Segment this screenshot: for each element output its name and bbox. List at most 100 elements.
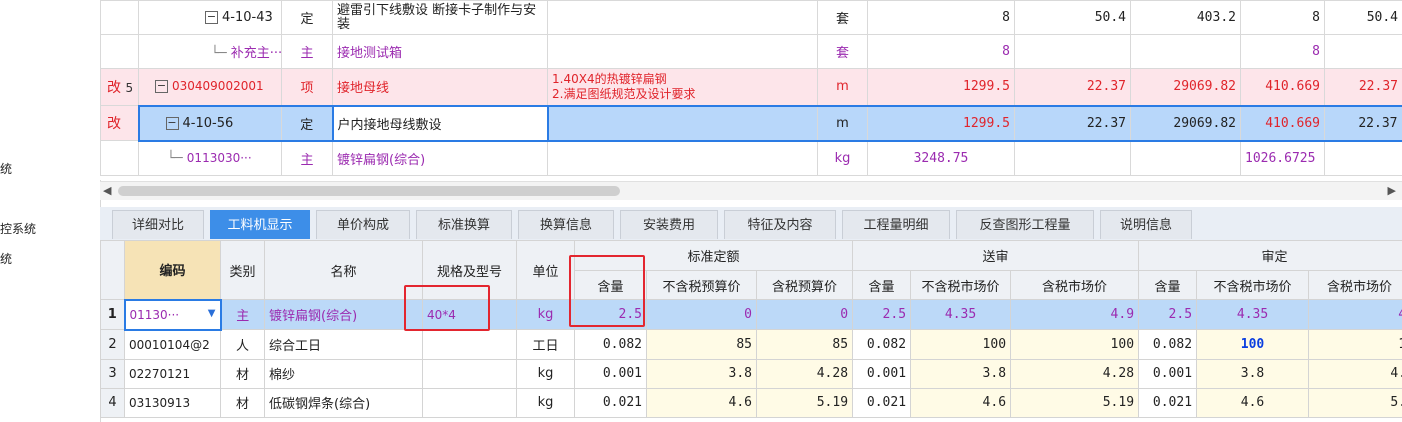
name-cell[interactable]: 低碳钢焊条(综合)	[264, 387, 423, 418]
feature-cell[interactable]	[547, 34, 818, 69]
code-cell[interactable]: 00010104@2	[124, 329, 221, 360]
name-cell[interactable]: 接地母线	[332, 68, 548, 106]
feature-cell[interactable]	[547, 104, 818, 142]
content-cell[interactable]: 2.5	[1138, 299, 1198, 330]
table-row[interactable]: 改 5 −030409002001 项 接地母线 1.40X4的热镀锌扁钢 2.满…	[100, 68, 1402, 106]
header-market-price-excl-tax[interactable]: 不含税市场价	[910, 270, 1012, 300]
spec-cell[interactable]	[422, 329, 517, 360]
header-market-price-incl-tax[interactable]: 含税市场价	[1010, 270, 1140, 300]
table-row[interactable]: −4-10-43 定 避雷引下线敷设 断接卡子制作与安装 套 8 50.4 40…	[100, 0, 1402, 35]
quantity-cell[interactable]: 3248.75	[867, 140, 1015, 176]
resource-row-selected[interactable]: 1 01130··· ▼ 主 镀锌扁钢(综合) 40*4 kg 2.5 0 0 2…	[100, 298, 1402, 331]
tab-graphic-quantity[interactable]: 反查图形工程量	[956, 210, 1094, 239]
value-cell[interactable]: 5.	[1308, 387, 1402, 418]
dropdown-arrow-icon[interactable]: ▼	[208, 308, 216, 319]
header-content[interactable]: 含量	[852, 270, 912, 300]
header-market-price-excl-tax[interactable]: 不含税市场价	[1196, 270, 1310, 300]
resource-row[interactable]: 3 02270121 材 棉纱 kg 0.001 3.8 4.28 0.001 …	[100, 358, 1402, 389]
feature-cell[interactable]: 1.40X4的热镀锌扁钢 2.满足图纸规范及设计要求	[547, 68, 818, 106]
left-nav-item[interactable]: 统	[0, 250, 12, 267]
quantity-cell[interactable]: 1299.5	[867, 104, 1015, 142]
header-content[interactable]: 含量	[1138, 270, 1198, 300]
scroll-left-icon[interactable]: ◀	[103, 184, 111, 197]
content-cell[interactable]: 0.082	[852, 329, 912, 360]
collapse-icon[interactable]: −	[155, 80, 168, 94]
value-cell[interactable]: 4.	[1308, 358, 1402, 389]
tab-standard-conversion[interactable]: 标准换算	[416, 210, 512, 239]
content-cell[interactable]: 0.001	[1138, 358, 1198, 389]
content-cell[interactable]: 0.021	[852, 387, 912, 418]
code-cell[interactable]: −4-10-43	[138, 0, 282, 35]
header-unit[interactable]: 单位	[516, 240, 575, 300]
spec-cell[interactable]	[422, 358, 517, 389]
code-cell[interactable]: −4-10-56	[137, 104, 282, 142]
name-cell[interactable]: 镀锌扁钢(综合)	[332, 140, 548, 176]
code-cell[interactable]: −030409002001	[138, 68, 282, 106]
feature-cell[interactable]	[547, 0, 818, 35]
content-cell[interactable]: 0.001	[852, 358, 912, 389]
name-cell[interactable]: 综合工日	[264, 329, 423, 360]
code-cell[interactable]: └─ 0113030···	[138, 140, 282, 176]
name-cell[interactable]: 户内接地母线敷设	[331, 104, 549, 142]
content-cell[interactable]: 0.001	[574, 358, 647, 389]
left-nav-item[interactable]: 控系统	[0, 220, 36, 237]
tab-labor-material-machine[interactable]: 工料机显示	[210, 210, 310, 239]
value-cell[interactable]: 100	[1196, 329, 1310, 360]
collapse-icon[interactable]: −	[205, 11, 218, 24]
value-cell[interactable]: 1	[1308, 329, 1402, 360]
scrollbar-thumb[interactable]	[118, 186, 620, 196]
header-budget-price-incl-tax[interactable]: 含税预算价	[755, 270, 854, 300]
code-cell[interactable]: 01130··· ▼	[123, 298, 222, 331]
content-cell[interactable]: 2.5	[852, 299, 912, 330]
tab-conversion-info[interactable]: 换算信息	[518, 210, 614, 239]
value-cell[interactable]: 4.6	[1196, 387, 1310, 418]
quantity-cell[interactable]: 1299.5	[867, 68, 1015, 106]
horizontal-scrollbar[interactable]: ◀ ▶	[100, 181, 1402, 200]
left-nav-item[interactable]: 统	[0, 160, 12, 177]
value-cell[interactable]: 4.35	[910, 299, 1012, 330]
resource-row[interactable]: 4 03130913 材 低碳钢焊条(综合) kg 0.021 4.6 5.19…	[100, 387, 1402, 418]
value-cell[interactable]: 100	[1010, 329, 1140, 360]
name-cell[interactable]: 避雷引下线敷设 断接卡子制作与安装	[332, 0, 548, 35]
header-category[interactable]: 类别	[220, 240, 265, 300]
collapse-icon[interactable]: −	[165, 116, 179, 130]
header-code[interactable]: 编码	[124, 240, 221, 300]
table-row[interactable]: └─ 补充主··· 主 接地测试箱 套 8 8	[100, 34, 1402, 69]
resource-row[interactable]: 2 00010104@2 人 综合工日 工日 0.082 85 85 0.082…	[100, 329, 1402, 360]
value-cell[interactable]: 5.19	[1010, 387, 1140, 418]
quantity-cell[interactable]: 8	[867, 34, 1015, 69]
feature-cell[interactable]	[547, 140, 818, 176]
name-cell[interactable]: 镀锌扁钢(综合)	[264, 299, 423, 330]
code-cell[interactable]: └─ 补充主···	[138, 34, 282, 69]
code-cell[interactable]: 02270121	[124, 358, 221, 389]
scroll-right-icon[interactable]: ▶	[1388, 184, 1396, 197]
header-budget-price-excl-tax[interactable]: 不含税预算价	[646, 270, 757, 300]
tab-features-content[interactable]: 特征及内容	[724, 210, 836, 239]
content-cell[interactable]: 0.082	[1138, 329, 1198, 360]
value-cell[interactable]: 3.8	[910, 358, 1012, 389]
value-cell[interactable]: 4.28	[1010, 358, 1140, 389]
content-cell[interactable]: 0.021	[574, 387, 647, 418]
quantity-cell[interactable]: 8	[867, 0, 1015, 35]
header-market-price-incl-tax[interactable]: 含税市场价	[1308, 270, 1402, 300]
value-cell[interactable]: 100	[910, 329, 1012, 360]
tab-detail-compare[interactable]: 详细对比	[112, 210, 204, 239]
tab-install-fee[interactable]: 安装费用	[620, 210, 718, 239]
spec-cell[interactable]	[422, 387, 517, 418]
value-cell[interactable]: 4.6	[910, 387, 1012, 418]
tab-notes[interactable]: 说明信息	[1100, 210, 1192, 239]
content-cell[interactable]: 0.082	[574, 329, 647, 360]
value-cell[interactable]: 4.9	[1010, 299, 1140, 330]
content-cell[interactable]: 0.021	[1138, 387, 1198, 418]
header-name[interactable]: 名称	[264, 240, 423, 300]
value-cell[interactable]: 3.8	[1196, 358, 1310, 389]
name-cell[interactable]: 接地测试箱	[332, 34, 548, 69]
table-row-selected[interactable]: 改 −4-10-56 定 户内接地母线敷设 m 1299.5 22.37 290…	[100, 104, 1402, 142]
value-cell[interactable]: 4.35	[1196, 299, 1310, 330]
tab-quantity-details[interactable]: 工程量明细	[842, 210, 950, 239]
tab-unit-price[interactable]: 单价构成	[316, 210, 410, 239]
table-row[interactable]: └─ 0113030··· 主 镀锌扁钢(综合) kg 3248.75 1026…	[100, 140, 1402, 176]
value-cell[interactable]: 4	[1308, 299, 1402, 330]
name-cell[interactable]: 棉纱	[264, 358, 423, 389]
code-cell[interactable]: 03130913	[124, 387, 221, 418]
